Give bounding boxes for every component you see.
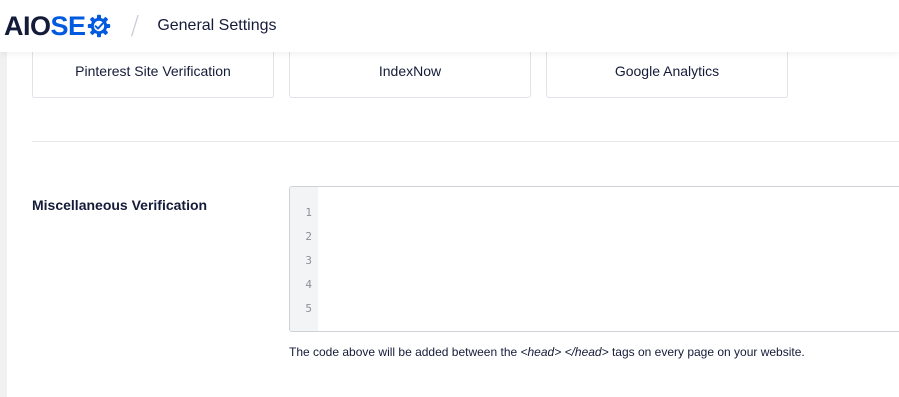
pinterest-verification-card[interactable]: Pinterest Site Verification: [32, 52, 274, 98]
card-label: IndexNow: [378, 62, 442, 79]
google-analytics-card[interactable]: Google Analytics: [546, 52, 788, 98]
line-number: 2: [305, 230, 312, 243]
help-prefix: The code above will be added between the: [289, 345, 521, 359]
aioseo-logo[interactable]: AIO SE: [4, 10, 111, 41]
line-number: 3: [305, 254, 312, 267]
card-label: Pinterest Site Verification: [75, 62, 231, 79]
gear-icon: [87, 14, 111, 38]
top-header: AIO SE / General Settings: [0, 0, 899, 52]
help-head-open-tag: <head>: [520, 345, 562, 359]
settings-panel: Pinterest Site Verification IndexNow Goo…: [7, 52, 899, 397]
editor-help-text: The code above will be added between the…: [289, 345, 805, 359]
editor-gutter: 1 2 3 4 5: [290, 187, 318, 331]
help-head-close-tag: </head>: [564, 345, 609, 359]
logo-seo-text: SE: [50, 10, 87, 41]
misc-verification-label: Miscellaneous Verification: [32, 197, 208, 213]
line-number: 1: [305, 206, 312, 219]
page-title: General Settings: [157, 17, 277, 34]
line-number: 5: [305, 302, 312, 315]
misc-verification-code-editor[interactable]: 1 2 3 4 5: [289, 186, 899, 332]
logo-aio-text: AIO: [4, 10, 51, 41]
breadcrumb-separator: /: [130, 11, 140, 41]
line-number: 4: [305, 278, 312, 291]
card-label: Google Analytics: [614, 62, 720, 79]
indexnow-card[interactable]: IndexNow: [289, 52, 531, 98]
section-divider: [32, 141, 899, 142]
help-suffix: tags on every page on your website.: [608, 345, 805, 359]
